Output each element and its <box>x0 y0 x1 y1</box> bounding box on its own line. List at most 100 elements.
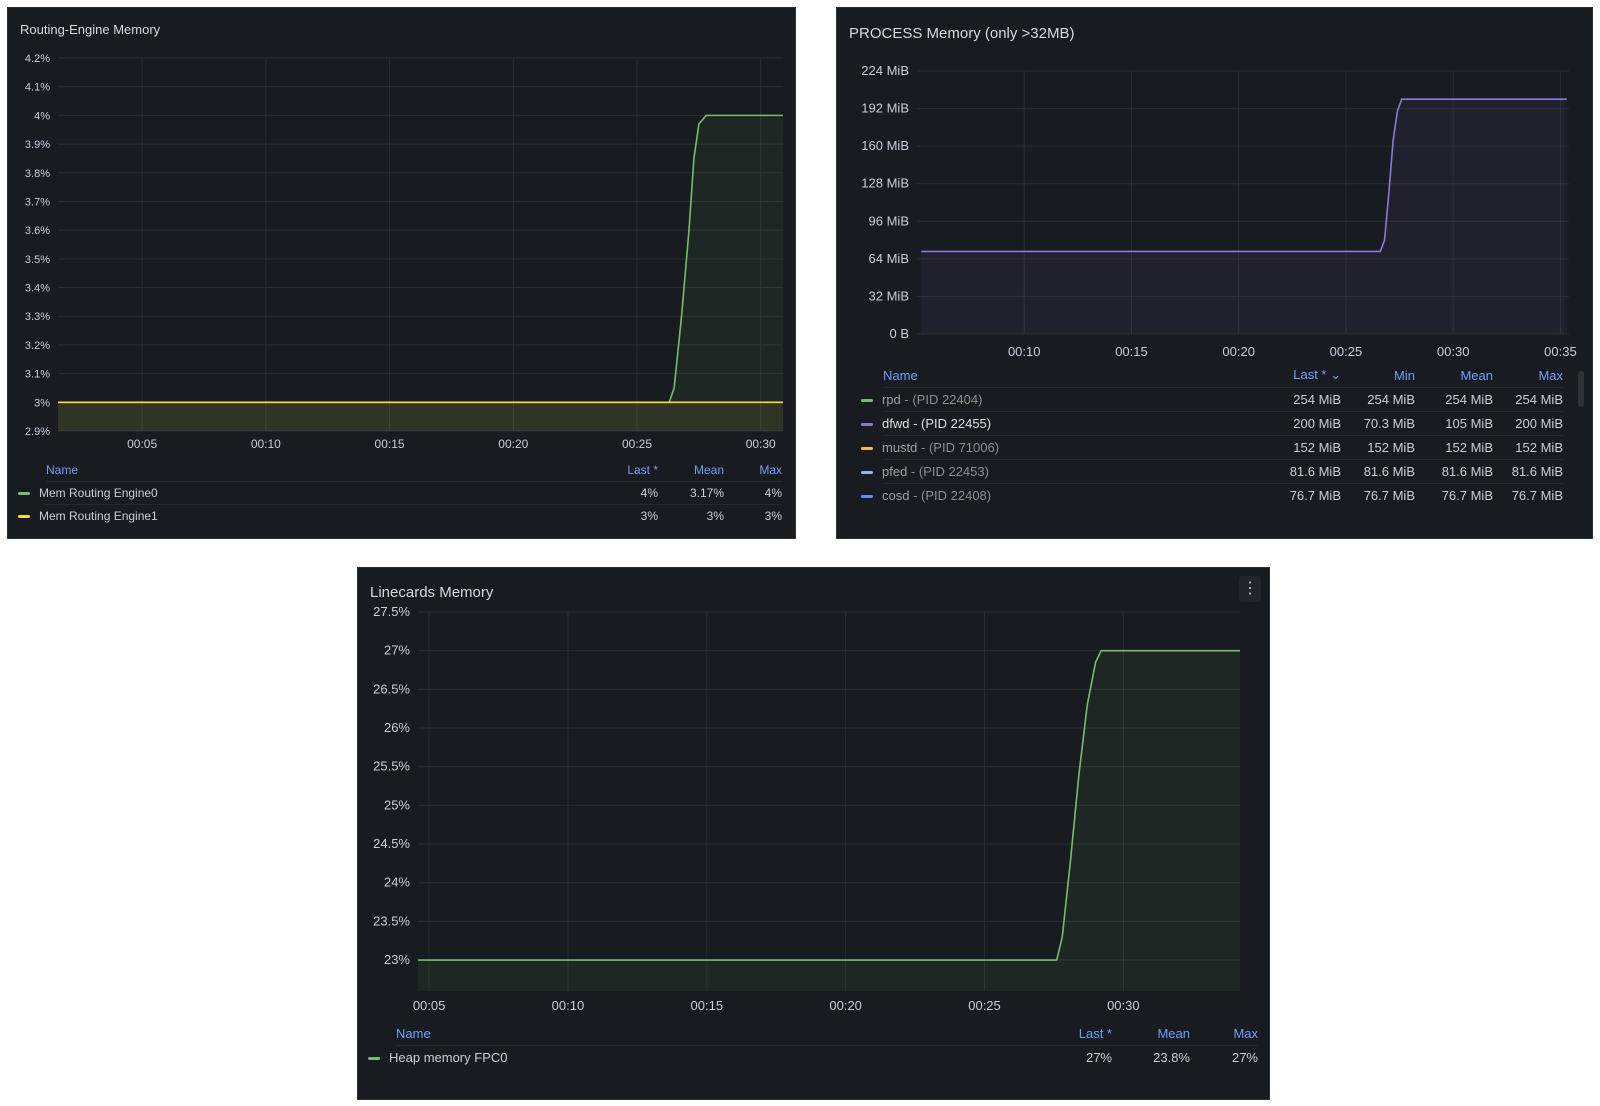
legend-header-name[interactable]: Name <box>396 1026 1032 1046</box>
x-tick-label: 00:15 <box>1115 344 1148 359</box>
legend-table: Name Last * ⌄ Min Mean Max rpd - (PID 22… <box>861 367 1563 507</box>
series-color-swatch <box>861 399 873 403</box>
legend-max-value: 254 MiB <box>1493 387 1563 412</box>
legend-series-name[interactable]: dfwd <box>882 416 909 431</box>
x-tick-label: 00:20 <box>498 437 528 451</box>
y-tick-label: 3.5% <box>25 254 50 266</box>
legend-series-name[interactable]: Mem Routing Engine0 <box>39 486 158 500</box>
y-tick-label: 4% <box>34 110 50 122</box>
legend-row[interactable]: Mem Routing Engine0 4% 3.17% 4% <box>18 481 782 505</box>
y-tick-label: 3% <box>34 397 50 409</box>
legend-header-name[interactable]: Name <box>883 367 1251 388</box>
y-tick-label: 25% <box>384 797 410 812</box>
legend-row[interactable]: cosd - (PID 22408) 76.7 MiB 76.7 MiB 76.7 M… <box>861 483 1563 507</box>
x-tick-label: 00:05 <box>413 998 446 1013</box>
linecards-memory-chart: 23% 23.5% 24% 24.5% 25% 25.5% 26% 26.5% 27% 27.5%… <box>373 604 1240 1013</box>
process-memory-chart: 0 B 32 MiB 64 MiB 96 MiB 128 MiB 160 MiB 192 M… <box>861 63 1577 359</box>
legend-max-value: 4% <box>724 481 782 505</box>
legend-series-name[interactable]: pfed <box>882 464 907 479</box>
legend-row[interactable]: Mem Routing Engine1 3% 3% 3% <box>18 504 782 527</box>
y-tick-label: 23% <box>384 952 410 967</box>
series-area <box>921 99 1567 334</box>
x-tick-label: 00:05 <box>127 437 157 451</box>
y-tick-label: 3.8% <box>25 168 50 180</box>
legend-mean-value: 254 MiB <box>1415 387 1493 412</box>
legend-header-name[interactable]: Name <box>46 463 588 482</box>
legend-mean-value: 23.8% <box>1112 1045 1190 1069</box>
legend-last-value: 254 MiB <box>1251 387 1341 412</box>
legend-min-value: 81.6 MiB <box>1341 459 1415 484</box>
legend-last-value: 152 MiB <box>1251 435 1341 460</box>
legend-series-name[interactable]: rpd <box>882 392 901 407</box>
legend-header-mean[interactable]: Mean <box>1415 367 1493 388</box>
y-tick-label: 25.5% <box>373 759 410 774</box>
process-memory-panel: PROCESS Memory (only >32MB) 0 B 32 MiB 64 … <box>836 7 1593 539</box>
legend-header-max[interactable]: Max <box>1190 1026 1258 1046</box>
legend-mean-value: 81.6 MiB <box>1415 459 1493 484</box>
legend-series-pid: - (PID 22408) <box>909 488 992 503</box>
y-tick-label: 3.1% <box>25 369 50 381</box>
x-tick-label: 00:25 <box>1330 344 1363 359</box>
series-color-swatch <box>861 471 873 475</box>
legend-row[interactable]: pfed - (PID 22453) 81.6 MiB 81.6 MiB 81.6 M… <box>861 459 1563 484</box>
x-tick-label: 00:25 <box>622 437 652 451</box>
legend-series-name[interactable]: Mem Routing Engine1 <box>39 509 158 523</box>
legend-series-pid: - (PID 22455) <box>909 416 992 431</box>
y-tick-label: 4.1% <box>25 82 50 94</box>
legend-max-value: 81.6 MiB <box>1493 459 1563 484</box>
y-tick-label: 96 MiB <box>869 213 909 228</box>
legend-min-value: 70.3 MiB <box>1341 411 1415 436</box>
legend-row[interactable]: dfwd - (PID 22455) 200 MiB 70.3 MiB 105 MiB… <box>861 411 1563 436</box>
y-tick-label: 192 MiB <box>861 101 909 116</box>
y-tick-label: 2.9% <box>25 426 50 438</box>
y-tick-label: 128 MiB <box>861 176 909 191</box>
y-tick-label: 23.5% <box>373 913 410 928</box>
legend-header-min[interactable]: Min <box>1341 367 1415 388</box>
y-tick-label: 3.3% <box>25 311 50 323</box>
y-tick-label: 27% <box>384 643 410 658</box>
linecards-memory-panel: Linecards Memory ⋮ 23% 23.5% 24% 24.5% 25% 25… <box>357 567 1270 1100</box>
x-tick-label: 00:20 <box>829 998 862 1013</box>
y-tick-label: 64 MiB <box>869 251 909 266</box>
y-tick-label: 3.9% <box>25 139 50 151</box>
legend-series-name[interactable]: Heap memory FPC0 <box>389 1050 507 1065</box>
legend-series-pid: - (PID 22453) <box>907 464 989 479</box>
legend-header-last[interactable]: Last * ⌄ <box>1251 367 1341 388</box>
y-tick-label: 27.5% <box>373 604 410 619</box>
x-tick-label: 00:10 <box>251 437 281 451</box>
legend-max-value: 200 MiB <box>1493 411 1563 436</box>
legend-mean-value: 3.17% <box>658 481 724 505</box>
x-tick-label: 00:35 <box>1544 344 1577 359</box>
legend-mean-value: 76.7 MiB <box>1415 483 1493 507</box>
y-tick-label: 0 B <box>889 326 909 341</box>
x-tick-label: 00:15 <box>691 998 724 1013</box>
legend-header-last[interactable]: Last * <box>1032 1026 1112 1046</box>
legend-header-max[interactable]: Max <box>724 463 782 482</box>
series-color-swatch <box>861 447 873 451</box>
legend-header-mean[interactable]: Mean <box>658 463 724 482</box>
y-tick-label: 3.7% <box>25 196 50 208</box>
legend-row[interactable]: rpd - (PID 22404) 254 MiB 254 MiB 254 MiB 25… <box>861 387 1563 412</box>
y-tick-label: 3.6% <box>25 225 50 237</box>
x-tick-label: 00:30 <box>1107 998 1140 1013</box>
x-tick-label: 00:25 <box>968 998 1001 1013</box>
legend-last-value: 4% <box>588 481 658 505</box>
legend-header-last[interactable]: Last * <box>588 463 658 482</box>
legend-series-name[interactable]: cosd <box>882 488 909 503</box>
legend-row[interactable]: mustd - (PID 71006) 152 MiB 152 MiB 152 MiB… <box>861 435 1563 460</box>
x-tick-label: 00:15 <box>375 437 405 451</box>
y-tick-label: 160 MiB <box>861 138 909 153</box>
routing-engine-memory-chart: 2.9% 3% 3.1% 3.2% 3.3% 3.4% 3.5% 3.6% 3.7% 3.8% 3.… <box>25 53 783 451</box>
routing-engine-memory-panel: Routing-Engine Memory 2.9% 3% 3.1% 3.2% 3.3%… <box>7 7 796 539</box>
legend-scrollbar[interactable] <box>1578 371 1584 407</box>
legend-last-value: 81.6 MiB <box>1251 459 1341 484</box>
legend-mean-value: 152 MiB <box>1415 435 1493 460</box>
x-tick-label: 00:30 <box>746 437 776 451</box>
legend-table: Name Last * Mean Max Mem Routing Engine0… <box>18 463 782 527</box>
legend-header-mean[interactable]: Mean <box>1112 1026 1190 1046</box>
legend-row[interactable]: Heap memory FPC0 27% 23.8% 27% <box>368 1045 1258 1069</box>
series-color-swatch <box>861 495 873 499</box>
legend-header-max[interactable]: Max <box>1493 367 1563 388</box>
y-tick-label: 4.2% <box>25 53 50 65</box>
legend-series-name[interactable]: mustd <box>882 440 917 455</box>
